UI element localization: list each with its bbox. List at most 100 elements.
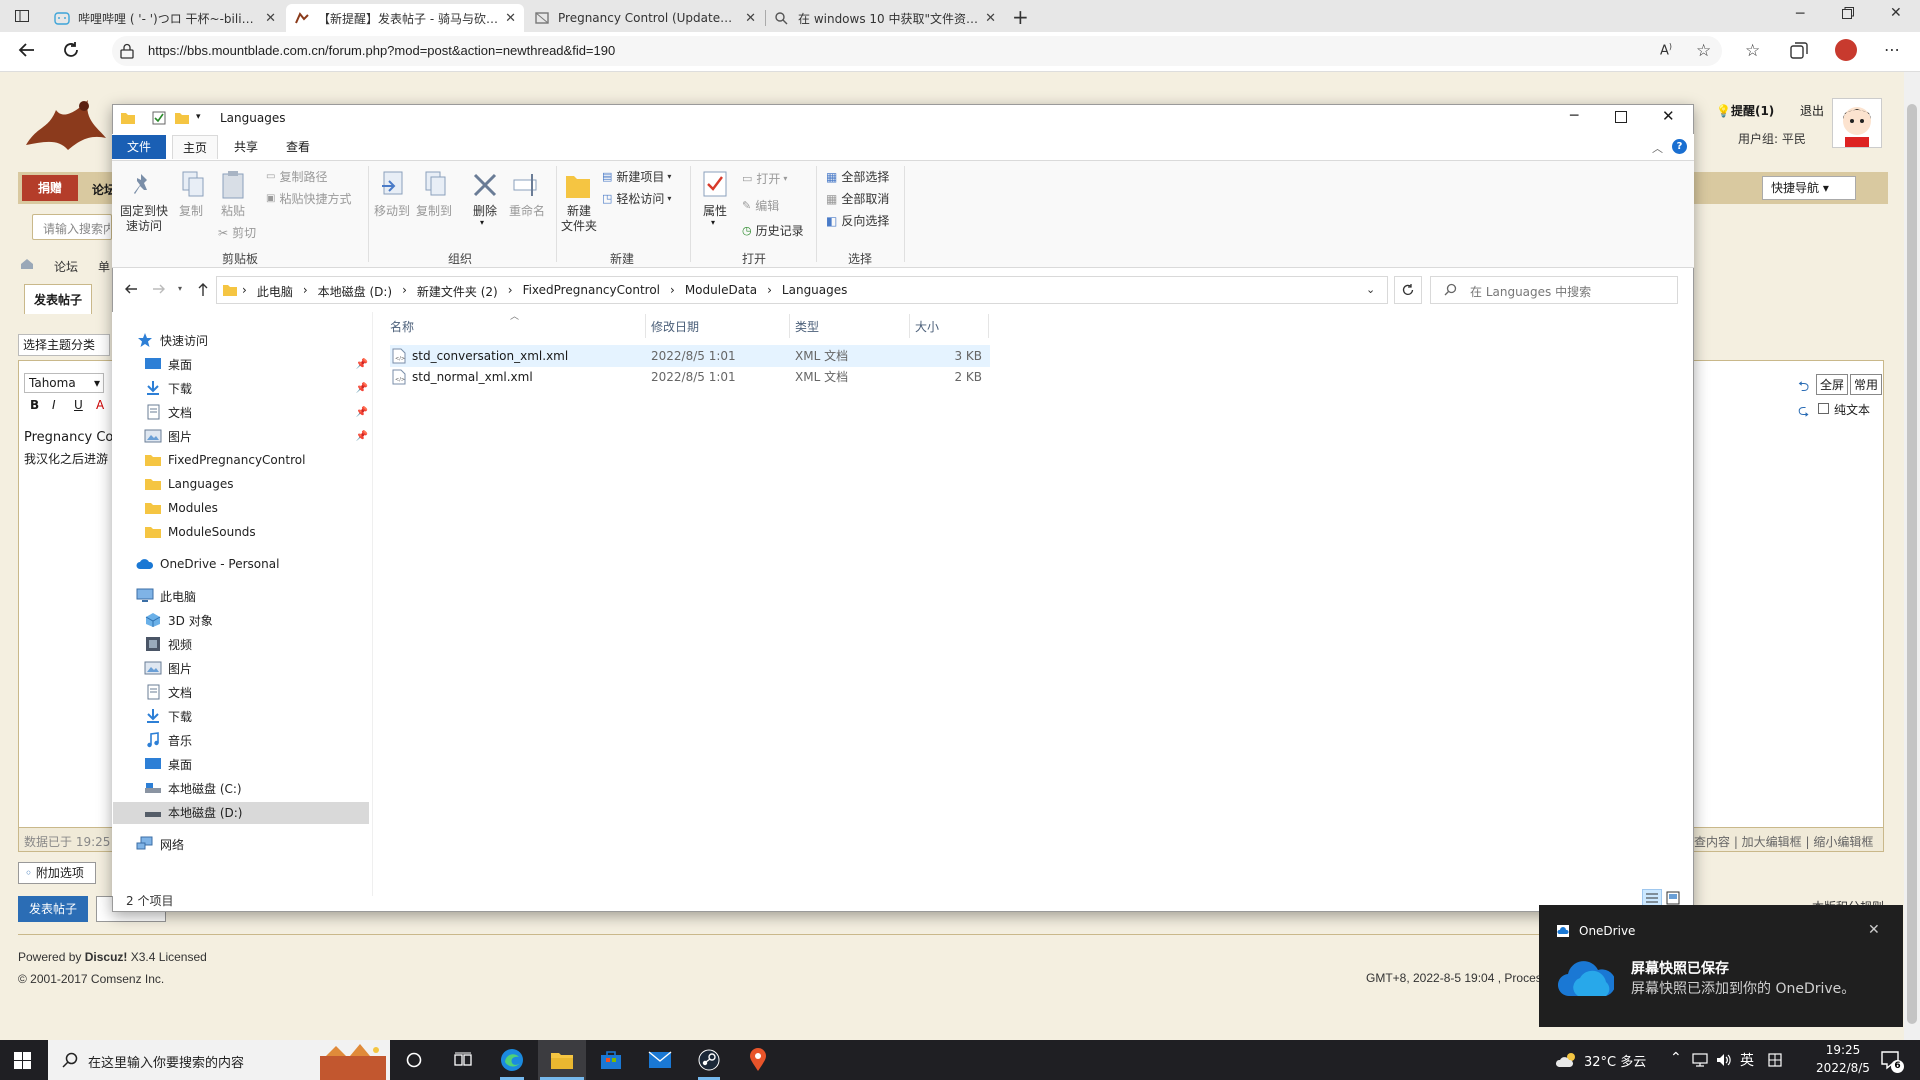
url-text[interactable]: https://bbs.mountblade.com.cn/forum.php?… <box>148 43 615 58</box>
properties-icon[interactable] <box>702 170 728 198</box>
help-icon[interactable]: ? <box>1672 139 1687 154</box>
tree-item-drive-d[interactable]: 本地磁盘 (D:) <box>144 800 242 824</box>
maps-taskbar-icon[interactable] <box>748 1048 768 1072</box>
properties-quick-icon[interactable] <box>152 111 166 125</box>
tree-item-downloads-pc[interactable]: 下载 <box>144 704 192 728</box>
paste-button[interactable]: 粘贴 <box>218 204 248 219</box>
tree-item-videos[interactable]: 视频 <box>144 632 192 656</box>
delete-icon[interactable] <box>472 172 498 198</box>
browser-tab-help[interactable]: 在 windows 10 中获取"文件资源管理器"帮助 ✕ <box>766 4 1004 32</box>
show-hidden-icons[interactable]: ⌃ <box>1670 1050 1682 1066</box>
copy-icon[interactable] <box>180 170 206 198</box>
easy-access-button[interactable]: ◳ 轻松访问 ▾ <box>602 190 671 207</box>
file-name[interactable]: std_normal_xml.xml <box>412 366 533 388</box>
copy-path-button[interactable]: ▭ 复制路径 <box>266 168 327 185</box>
ime-mode-icon[interactable] <box>1768 1053 1782 1067</box>
tree-item-documents-pc[interactable]: 文档 <box>144 680 192 704</box>
crumb-languages[interactable]: Languages <box>782 283 847 300</box>
copy-button[interactable]: 复制 <box>176 204 206 219</box>
attach-options-button[interactable]: ◦ 附加选项 <box>18 862 96 884</box>
breadcrumb-forum[interactable]: 论坛 <box>54 258 78 275</box>
tree-item-desktop-pc[interactable]: 桌面 <box>144 752 192 776</box>
large-icons-view-icon[interactable] <box>1666 891 1680 905</box>
underline-button[interactable]: U <box>74 398 83 412</box>
user-avatar[interactable] <box>1832 98 1882 148</box>
rename-icon[interactable] <box>512 172 542 198</box>
refresh-folder-icon[interactable] <box>1394 276 1422 304</box>
close-tab-icon[interactable]: ✕ <box>985 11 996 26</box>
crumb-moduledata[interactable]: ModuleData <box>685 283 757 300</box>
new-folder-button[interactable]: 新建 文件夹 <box>556 204 602 234</box>
text-color-button[interactable]: A <box>96 398 104 412</box>
properties-button[interactable]: 属性 <box>700 204 730 219</box>
tree-item-drive-c[interactable]: 本地磁盘 (C:) <box>144 776 242 800</box>
read-aloud-icon[interactable]: A) <box>1660 42 1672 58</box>
browser-tab-bilibili[interactable]: 哔哩哔哩 ( '- ')つロ 干杯~-bilibili ✕ <box>46 4 284 32</box>
plain-text-checkbox[interactable] <box>1818 403 1829 414</box>
tab-home[interactable]: 主页 <box>172 135 219 159</box>
minimize-icon[interactable]: ─ <box>1570 108 1578 124</box>
delete-dropdown-icon[interactable]: ▾ <box>480 218 484 227</box>
new-folder-icon[interactable] <box>564 170 592 200</box>
tree-network[interactable]: 网络 <box>136 832 184 856</box>
properties-dropdown-icon[interactable]: ▾ <box>711 218 715 227</box>
column-divider[interactable] <box>988 314 989 338</box>
discuz-link[interactable]: Discuz! <box>85 950 128 964</box>
new-tab-button[interactable]: + <box>1012 5 1029 29</box>
home-icon[interactable] <box>20 258 34 270</box>
tab-actions-icon[interactable] <box>14 8 30 24</box>
tree-item-pictures[interactable]: 图片 📌 <box>144 424 368 448</box>
tree-item-music[interactable]: 音乐 <box>144 728 192 752</box>
tab-view[interactable]: 查看 <box>276 135 320 159</box>
pin-icon[interactable] <box>131 172 157 198</box>
tree-item-documents[interactable]: 文档 📌 <box>144 400 368 424</box>
lock-icon[interactable] <box>120 43 134 59</box>
browser-tab-nexus[interactable]: Pregnancy Control (Updated) at Mount & B… <box>526 4 764 32</box>
windows-start-icon[interactable] <box>14 1052 31 1069</box>
mail-taskbar-icon[interactable] <box>648 1051 672 1069</box>
donate-button[interactable]: 捐赠 <box>22 175 78 201</box>
tree-item-fixedpregnancycontrol[interactable]: FixedPregnancyControl <box>144 448 305 472</box>
refresh-icon[interactable] <box>62 41 80 59</box>
browser-tab-forum[interactable]: 【新提醒】发表帖子 - 骑马与砍杀中文站 ✕ <box>286 4 524 32</box>
move-to-button[interactable]: 移动到 <box>372 204 412 219</box>
close-tab-icon[interactable]: ✕ <box>745 11 756 26</box>
steam-taskbar-icon[interactable] <box>698 1049 720 1071</box>
rename-button[interactable]: 重命名 <box>506 204 548 219</box>
post-tab[interactable]: 发表帖子 <box>24 284 92 314</box>
restore-browser-icon[interactable] <box>1842 7 1854 19</box>
volume-icon[interactable] <box>1716 1053 1732 1067</box>
move-to-icon[interactable] <box>380 170 406 198</box>
italic-button[interactable]: I <box>52 398 56 412</box>
crumb-this-pc[interactable]: 此电脑 <box>257 283 293 300</box>
redo-icon[interactable]: ⮎ <box>1798 400 1809 424</box>
editor-size-links[interactable]: 检查内容 | 加大编辑框 | 缩小编辑框 <box>1682 833 1873 850</box>
copy-to-button[interactable]: 复制到 <box>414 204 454 219</box>
tree-onedrive[interactable]: OneDrive - Personal <box>136 552 279 576</box>
crumb-new-folder[interactable]: 新建文件夹 (2) <box>417 283 498 300</box>
new-item-button[interactable]: ▤ 新建项目 ▾ <box>602 168 671 185</box>
column-header-type[interactable]: 类型 <box>795 318 819 335</box>
column-header-size[interactable]: 大小 <box>915 318 939 335</box>
delete-button[interactable]: 删除 <box>468 204 502 219</box>
tree-item-desktop[interactable]: 桌面 📌 <box>144 352 368 376</box>
topic-category-select[interactable]: 选择主题分类 <box>18 334 110 356</box>
file-explorer-taskbar-icon[interactable] <box>550 1050 574 1070</box>
crumb-drive-d[interactable]: 本地磁盘 (D:) <box>318 283 392 300</box>
column-divider[interactable] <box>645 314 646 338</box>
favorites-icon[interactable]: ☆ <box>1745 41 1760 61</box>
remind-link[interactable]: 💡提醒(1) <box>1716 102 1774 119</box>
up-button[interactable] <box>196 281 210 297</box>
select-none-button[interactable]: ▦ 全部取消 <box>826 190 889 207</box>
pane-splitter[interactable] <box>372 312 373 896</box>
back-arrow-icon[interactable] <box>18 41 36 59</box>
profile-avatar[interactable] <box>1835 39 1857 61</box>
tree-item-pictures-pc[interactable]: 图片 <box>144 656 192 680</box>
close-tab-icon[interactable]: ✕ <box>265 11 276 26</box>
bold-button[interactable]: B <box>30 398 39 412</box>
open-button[interactable]: ▭ 打开 ▾ <box>742 170 787 187</box>
copy-to-icon[interactable] <box>422 170 448 198</box>
column-header-name[interactable]: 名称 <box>390 318 414 335</box>
new-folder-quick-icon[interactable] <box>174 111 190 125</box>
submit-post-button[interactable]: 发表帖子 <box>18 896 88 922</box>
